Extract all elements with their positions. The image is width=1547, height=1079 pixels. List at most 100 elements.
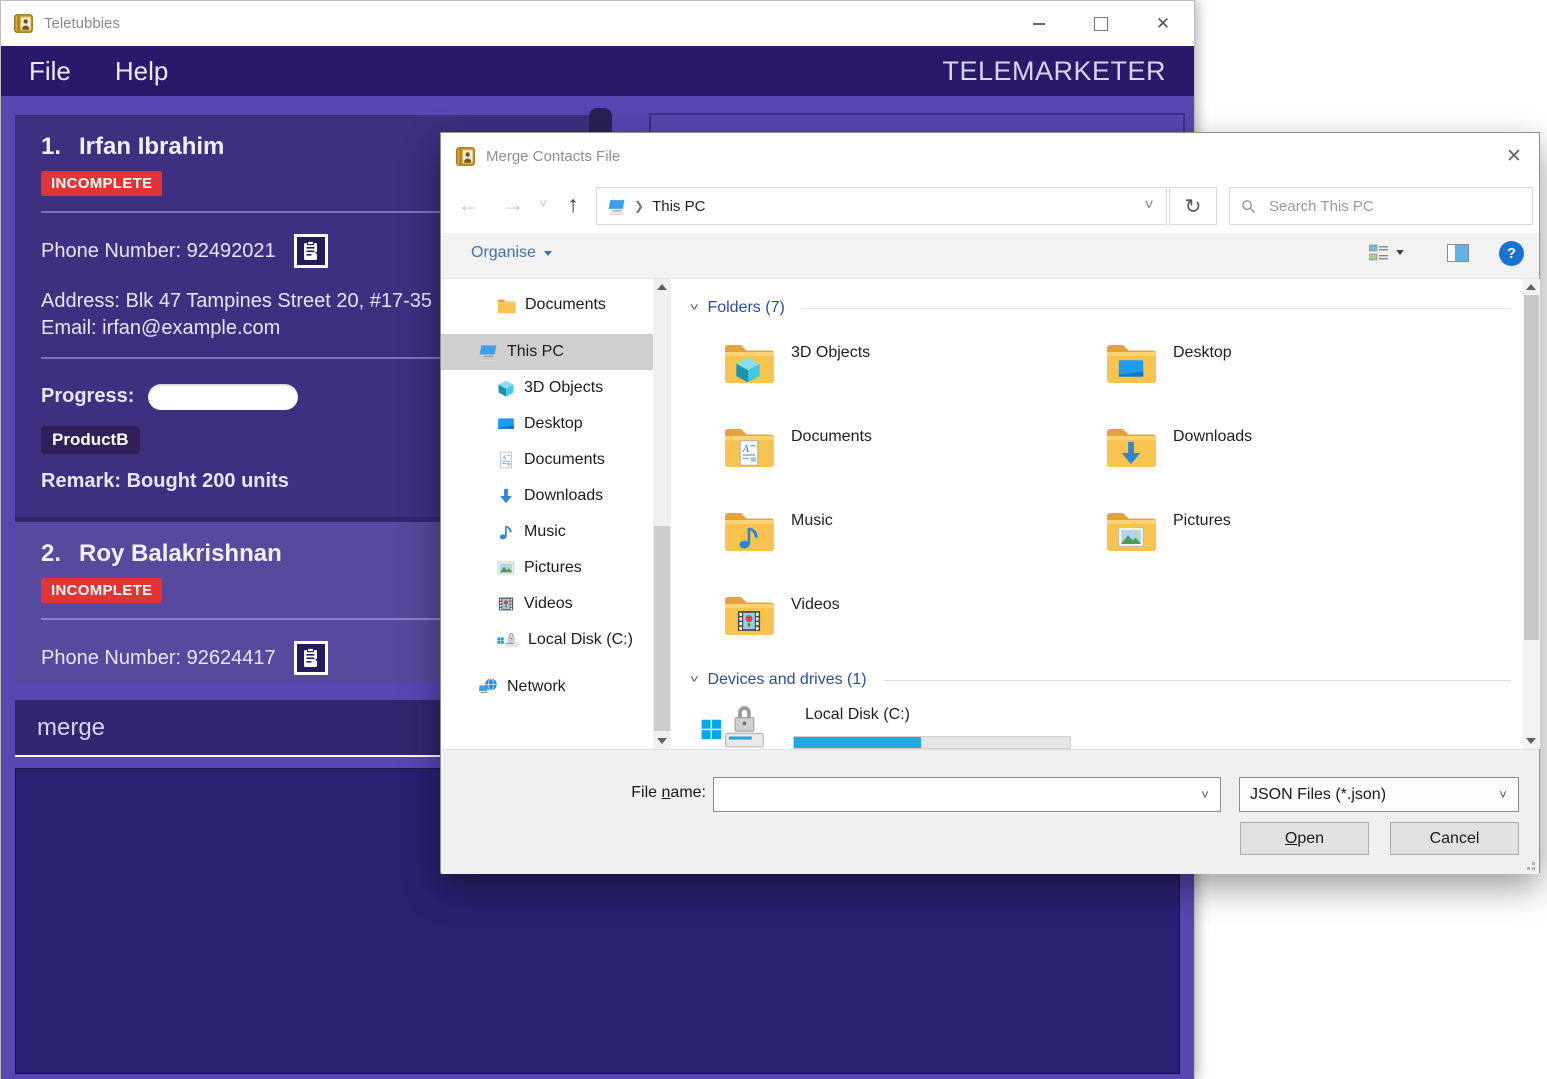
cancel-button[interactable]: Cancel [1390, 822, 1519, 855]
this-pc-icon [607, 197, 626, 216]
dialog-body: Documents This PC 3D Objects Desktop Doc… [441, 279, 1539, 749]
dialog-title: Merge Contacts File [486, 148, 620, 165]
file-item-documents[interactable]: Documents [723, 425, 1083, 469]
chevron-down-icon: ˅ [1190, 787, 1220, 802]
maximize-button[interactable] [1070, 1, 1132, 46]
file-list-area: ˅ Folders (7) 3D Objects Desktop Documen… [671, 279, 1523, 749]
local-disk-icon [693, 703, 775, 749]
music-folder-icon [723, 509, 775, 553]
file-item-videos[interactable]: Videos [723, 593, 1083, 637]
progress-label: Progress: [41, 383, 134, 410]
app-icon [13, 13, 34, 34]
devices-group-header[interactable]: ˅ Devices and drives (1) [691, 671, 1511, 689]
question-mark-icon: ? [1507, 245, 1516, 262]
change-view-button[interactable] [1369, 244, 1404, 261]
merge-contacts-dialog: Merge Contacts File ✕ ← → ˅ ↑ ❯ This PC … [440, 132, 1540, 873]
sidebar-item-network[interactable]: Network [441, 669, 653, 705]
clipboard-copy-icon [299, 239, 323, 263]
recent-locations-chevron[interactable]: ˅ [533, 187, 553, 221]
documents-icon [497, 451, 515, 469]
sidebar-item-this-pc[interactable]: This PC [441, 334, 653, 370]
resize-grip[interactable] [1523, 858, 1535, 870]
sidebar-item-documents-quick[interactable]: Documents [441, 287, 653, 323]
search-box[interactable] [1229, 187, 1533, 225]
view-list-icon [1369, 244, 1388, 261]
scroll-up-icon [1526, 284, 1536, 290]
this-pc-icon [478, 342, 498, 362]
group-rule [883, 680, 1511, 681]
open-button[interactable]: Open [1240, 822, 1369, 855]
forward-button[interactable]: → [497, 187, 529, 221]
menu-help[interactable]: Help [115, 56, 168, 87]
group-rule [801, 308, 1511, 309]
copy-phone-button[interactable] [294, 234, 328, 268]
collapse-chevron-icon: ˅ [690, 674, 699, 686]
chevron-down-icon [1396, 250, 1404, 255]
scroll-down-icon [657, 738, 667, 744]
dialog-titlebar: Merge Contacts File ✕ [441, 133, 1539, 179]
sidebar-item-documents[interactable]: Documents [441, 442, 653, 478]
sidebar-item-local-disk[interactable]: Local Disk (C:) [441, 622, 653, 658]
copy-phone-button[interactable] [294, 641, 328, 675]
help-button[interactable]: ? [1499, 241, 1524, 266]
file-item-3d-objects[interactable]: 3D Objects [723, 341, 1083, 385]
organise-button[interactable]: Organise [471, 244, 552, 262]
product-tag-badge: ProductB [41, 426, 140, 454]
disk-capacity-fill [794, 737, 921, 748]
sidebar-item-pictures[interactable]: Pictures [441, 550, 653, 586]
menu-file[interactable]: File [29, 56, 71, 87]
back-button[interactable]: ← [453, 187, 485, 221]
3d-objects-folder-icon [723, 341, 775, 385]
sidebar-item-3d-objects[interactable]: 3D Objects [441, 370, 653, 406]
file-item-music[interactable]: Music [723, 509, 1083, 553]
sidebar-item-desktop[interactable]: Desktop [441, 406, 653, 442]
refresh-button[interactable]: ↻ [1169, 187, 1217, 225]
scrollbar-thumb[interactable] [654, 526, 670, 731]
window-controls: ✕ [1008, 1, 1194, 46]
scrollbar-thumb[interactable] [1524, 295, 1539, 640]
documents-folder-icon [723, 425, 775, 469]
scroll-up-icon [657, 284, 667, 290]
file-item-pictures[interactable]: Pictures [1105, 509, 1465, 553]
file-name-combobox[interactable]: ˅ [713, 777, 1221, 812]
file-name-label: File name: [591, 784, 706, 802]
close-button[interactable]: ✕ [1132, 1, 1194, 46]
sidebar-scrollbar[interactable] [653, 279, 671, 749]
collapse-chevron-icon: ˅ [690, 302, 699, 314]
minimize-button[interactable] [1008, 1, 1070, 46]
file-item-downloads[interactable]: Downloads [1105, 425, 1465, 469]
clipboard-copy-icon [299, 646, 323, 670]
address-dropdown-chevron[interactable]: ˅ [1132, 197, 1166, 215]
sidebar-item-music[interactable]: Music [441, 514, 653, 550]
dialog-footer: File name: ˅ JSON Files (*.json) ˅ Open … [441, 749, 1539, 874]
file-type-dropdown[interactable]: JSON Files (*.json) ˅ [1239, 777, 1519, 812]
desktop-folder-icon [1105, 341, 1157, 385]
pictures-folder-icon [1105, 509, 1157, 553]
organise-label: Organise [471, 244, 536, 262]
chevron-down-icon [544, 251, 552, 256]
phone-text: Phone Number: 92492021 [41, 238, 276, 265]
file-list-scrollbar[interactable] [1523, 279, 1540, 749]
dialog-icon [455, 146, 476, 167]
sidebar-item-downloads[interactable]: Downloads [441, 478, 653, 514]
videos-icon [497, 595, 515, 613]
address-bar[interactable]: ❯ This PC ˅ [596, 187, 1167, 225]
downloads-icon [497, 487, 515, 505]
folders-group-header[interactable]: ˅ Folders (7) [691, 299, 1511, 317]
preview-pane-button[interactable] [1447, 244, 1469, 262]
chevron-down-icon: ˅ [1488, 787, 1518, 802]
app-window-title: Teletubbies [44, 15, 120, 32]
dialog-close-button[interactable]: ✕ [1489, 133, 1539, 179]
file-name-input[interactable] [714, 778, 1190, 811]
status-badge: INCOMPLETE [41, 171, 162, 196]
search-input[interactable] [1267, 197, 1522, 216]
file-item-desktop[interactable]: Desktop [1105, 341, 1465, 385]
sidebar-item-videos[interactable]: Videos [441, 586, 653, 622]
disk-capacity-bar [793, 736, 1071, 749]
desktop-icon [497, 415, 515, 433]
videos-folder-icon [723, 593, 775, 637]
search-icon [1240, 198, 1257, 215]
up-button[interactable]: ↑ [557, 187, 589, 221]
breadcrumb-location[interactable]: This PC [652, 198, 705, 215]
folder-icon [497, 297, 516, 314]
